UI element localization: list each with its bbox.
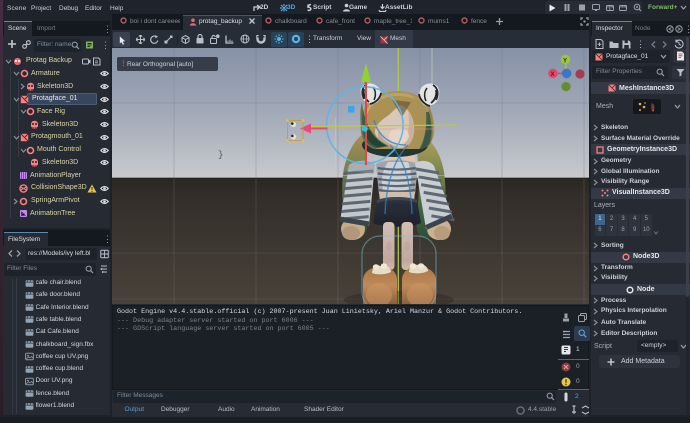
svg-text:Y: Y xyxy=(563,58,567,64)
svg-text:}: } xyxy=(218,150,223,160)
svg-text:X: X xyxy=(551,72,555,78)
